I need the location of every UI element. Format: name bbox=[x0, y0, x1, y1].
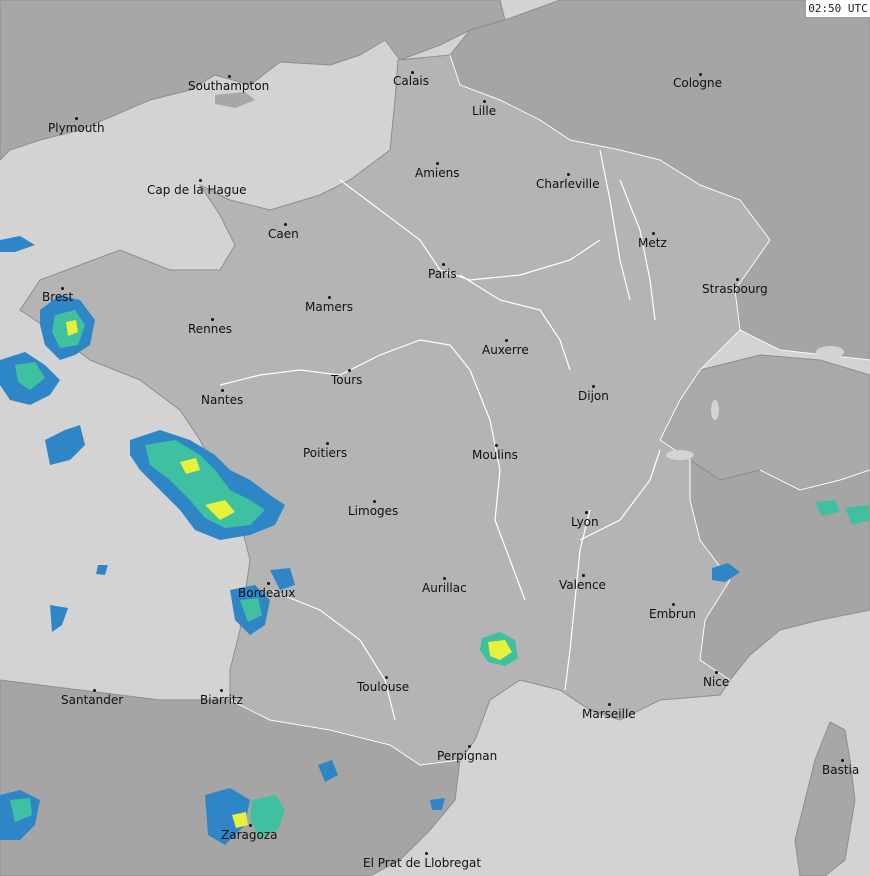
city-marker bbox=[652, 232, 655, 235]
city-marker bbox=[211, 318, 214, 321]
city-label: Lyon bbox=[571, 515, 599, 529]
city-label: Santander bbox=[61, 693, 124, 707]
city-marker bbox=[385, 676, 388, 679]
city-marker bbox=[442, 263, 445, 266]
city-label: Bordeaux bbox=[238, 586, 296, 600]
city-marker bbox=[672, 603, 675, 606]
city-label: Toulouse bbox=[357, 680, 410, 694]
city-label: Southampton bbox=[188, 79, 270, 93]
city-marker bbox=[585, 511, 588, 514]
city-label: Metz bbox=[638, 236, 667, 250]
city-label: Rennes bbox=[188, 322, 233, 336]
city-label: Biarritz bbox=[200, 693, 243, 707]
city-marker bbox=[608, 703, 611, 706]
city-marker bbox=[221, 389, 224, 392]
city-label: Bastia bbox=[822, 763, 860, 777]
city-label: Zaragoza bbox=[221, 828, 278, 842]
city-marker bbox=[468, 745, 471, 748]
city-label: Nice bbox=[703, 675, 730, 689]
city-marker bbox=[75, 117, 78, 120]
city-label: Auxerre bbox=[482, 343, 529, 357]
city-marker bbox=[220, 689, 223, 692]
city-label: Amiens bbox=[415, 166, 460, 180]
city-marker bbox=[567, 173, 570, 176]
city-label: Limoges bbox=[348, 504, 399, 518]
city-marker bbox=[715, 671, 718, 674]
city-marker bbox=[373, 500, 376, 503]
city-label: Paris bbox=[428, 267, 457, 281]
city-marker bbox=[505, 339, 508, 342]
city-label: Cap de la Hague bbox=[147, 183, 247, 197]
city-marker bbox=[736, 278, 739, 281]
city-label: Cologne bbox=[673, 76, 723, 90]
city-marker bbox=[348, 369, 351, 372]
city-marker bbox=[228, 75, 231, 78]
city-label: Nantes bbox=[201, 393, 244, 407]
city-label: Lille bbox=[472, 104, 497, 118]
city-label: Plymouth bbox=[48, 121, 105, 135]
weather-radar-map[interactable]: 02:50 UTC Southampton Calais Cologne Plymou… bbox=[0, 0, 870, 876]
city-label: Marseille bbox=[582, 707, 636, 721]
city-label: Charleville bbox=[536, 177, 600, 191]
city-label: Brest bbox=[42, 290, 74, 304]
city-marker bbox=[249, 824, 252, 827]
lake-constance bbox=[816, 346, 844, 358]
city-marker bbox=[267, 582, 270, 585]
city-marker bbox=[592, 385, 595, 388]
city-marker bbox=[483, 100, 486, 103]
city-label: Caen bbox=[268, 227, 299, 241]
city-label: Valence bbox=[559, 578, 606, 592]
city-label: Embrun bbox=[649, 607, 697, 621]
city-label: Dijon bbox=[578, 389, 609, 403]
city-label: Strasbourg bbox=[702, 282, 768, 296]
city-label: El Prat de Llobregat bbox=[363, 856, 482, 870]
city-label: Aurillac bbox=[422, 581, 467, 595]
city-label: Tours bbox=[331, 373, 363, 387]
city-label: Mamers bbox=[305, 300, 353, 314]
city-marker bbox=[582, 574, 585, 577]
city-marker bbox=[495, 444, 498, 447]
city-marker bbox=[328, 296, 331, 299]
city-marker bbox=[326, 442, 329, 445]
city-label: Perpignan bbox=[437, 749, 498, 763]
city-marker bbox=[425, 852, 428, 855]
lake-geneva bbox=[666, 450, 694, 460]
lake-neuchatel bbox=[711, 400, 719, 420]
city-label: Moulins bbox=[472, 448, 518, 462]
city-label: Poitiers bbox=[303, 446, 348, 460]
map-canvas bbox=[0, 0, 870, 876]
city-marker bbox=[93, 689, 96, 692]
timestamp-badge: 02:50 UTC bbox=[805, 0, 870, 18]
city-marker bbox=[199, 179, 202, 182]
city-marker bbox=[284, 223, 287, 226]
city-label: Calais bbox=[393, 74, 430, 88]
city-marker bbox=[443, 577, 446, 580]
city-marker bbox=[841, 759, 844, 762]
city-marker bbox=[436, 162, 439, 165]
